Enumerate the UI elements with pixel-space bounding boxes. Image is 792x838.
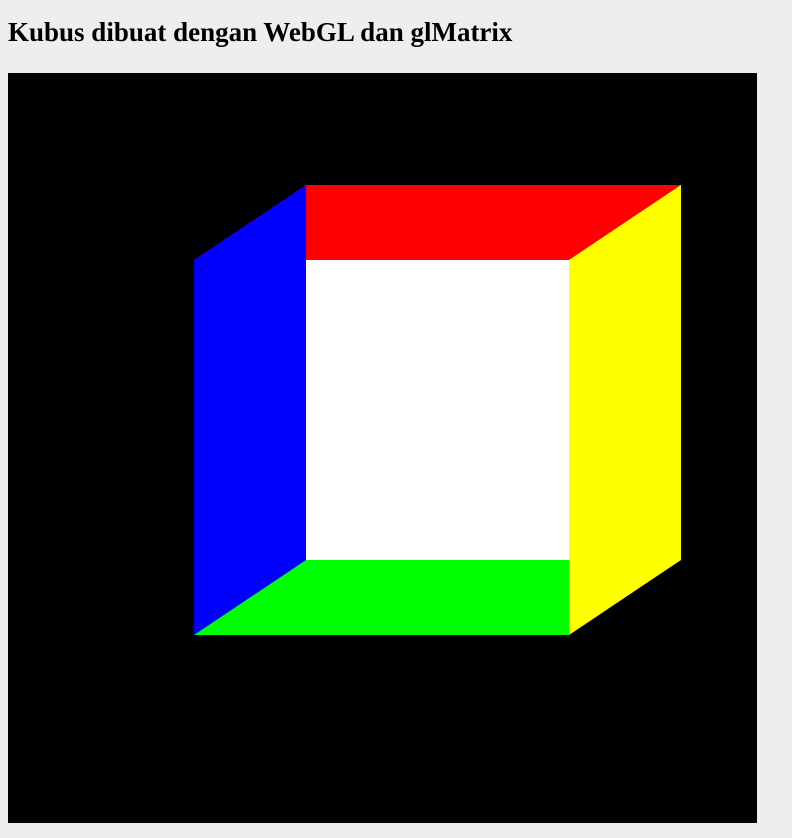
cube-render [194,185,681,635]
cube-face-left [194,185,306,635]
cube-face-right [569,185,681,635]
page-title: Kubus dibuat dengan WebGL dan glMatrix [8,17,513,47]
webgl-canvas[interactable] [8,73,757,823]
